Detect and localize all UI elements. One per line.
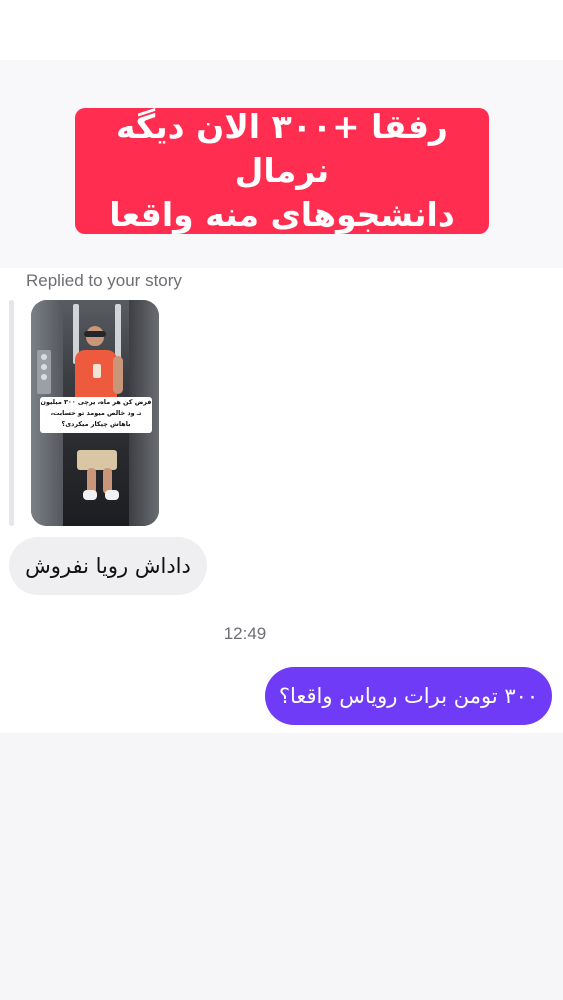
person-shorts (77, 450, 117, 470)
story-text-banner: رفقا +۳۰۰ الان دیگه نرمال دانشجوهای منه … (75, 107, 489, 234)
reply-quote-bar (9, 300, 14, 526)
message-timestamp: 12:49 (223, 624, 267, 643)
phone-icon (93, 364, 101, 378)
person-arm (113, 356, 123, 394)
replied-to-story-label: Replied to your story (26, 271, 182, 290)
shoe-icon (83, 490, 97, 500)
chat-empty-area (0, 733, 563, 1000)
outgoing-message-bubble[interactable]: ۳۰۰ تومن برات رویاس واقعا؟ (265, 667, 552, 725)
top-blank-strip (0, 0, 563, 60)
story-caption: فرض کن هر ماه، یرچی ۳۰۰ میلیون تـ ود خال… (40, 397, 152, 433)
shared-story-preview[interactable]: رفقا +۳۰۰ الان دیگه نرمال دانشجوهای منه … (0, 60, 563, 268)
story-thumbnail[interactable]: فرض کن هر ماه، یرچی ۳۰۰ میلیون تـ ود خال… (31, 300, 159, 526)
banner-line-1: رفقا +۳۰۰ الان دیگه نرمال (116, 107, 448, 190)
shoe-icon (105, 490, 119, 500)
sunglasses-icon (84, 331, 106, 337)
elevator-buttons-icon (37, 350, 51, 394)
banner-line-2: دانشجوهای منه واقعا (109, 195, 455, 234)
incoming-message-bubble[interactable]: داداش رویا نفروش (9, 537, 207, 595)
